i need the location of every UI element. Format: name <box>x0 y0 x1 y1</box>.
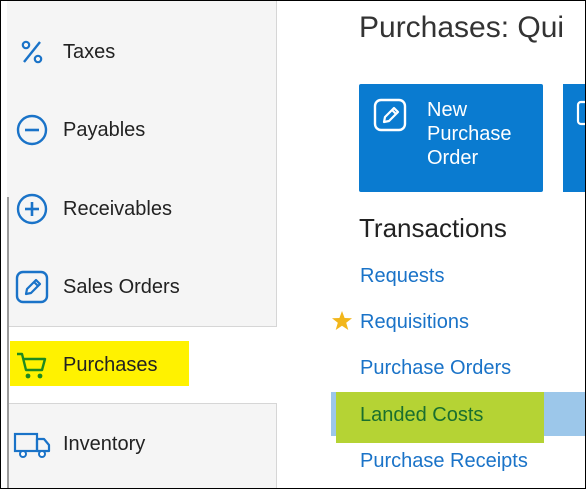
sidebar-item-receivables[interactable]: Receivables <box>13 189 275 229</box>
sidebar-item-label: Sales Orders <box>63 275 180 298</box>
link-purchase-orders[interactable]: Purchase Orders <box>360 357 511 380</box>
link-requests[interactable]: Requests <box>360 265 445 288</box>
plus-circle-icon <box>13 190 51 228</box>
link-landed-costs[interactable]: Landed Costs <box>360 404 483 427</box>
link-purchase-receipts[interactable]: Purchase Receipts <box>360 450 528 473</box>
sidebar-item-purchases[interactable]: Purchases <box>13 345 275 385</box>
second-tile[interactable] <box>563 84 585 192</box>
sidebar-item-label: Inventory <box>63 432 146 455</box>
sidebar: Taxes Payables Receivables Sales Orders <box>1 1 277 488</box>
truck-icon <box>13 425 51 463</box>
sidebar-item-label: Purchases <box>63 353 158 376</box>
sidebar-item-label: Receivables <box>63 197 172 220</box>
section-title-transactions: Transactions <box>359 213 507 243</box>
sidebar-item-label: Taxes <box>63 40 116 63</box>
page-title: Purchases: Qui <box>359 11 565 44</box>
percent-icon <box>13 33 51 71</box>
sidebar-item-label: Payables <box>63 118 146 141</box>
cart-icon <box>13 346 51 384</box>
app-window: Taxes Payables Receivables Sales Orders <box>0 0 586 489</box>
pencil-square-icon <box>13 268 51 306</box>
link-requisitions[interactable]: Requisitions <box>360 311 469 334</box>
document-icon <box>576 100 585 128</box>
star-icon <box>331 310 353 332</box>
sidebar-item-payables[interactable]: Payables <box>13 110 275 150</box>
minus-circle-icon <box>13 111 51 149</box>
edit-icon <box>373 98 407 132</box>
tile-label: New Purchase Order <box>427 99 512 169</box>
sidebar-item-sales-orders[interactable]: Sales Orders <box>13 267 275 307</box>
new-purchase-order-tile[interactable]: New Purchase Order <box>359 84 543 192</box>
sidebar-item-taxes[interactable]: Taxes <box>13 32 275 72</box>
sidebar-scroll-edge <box>7 197 9 488</box>
sidebar-item-inventory[interactable]: Inventory <box>13 424 275 464</box>
